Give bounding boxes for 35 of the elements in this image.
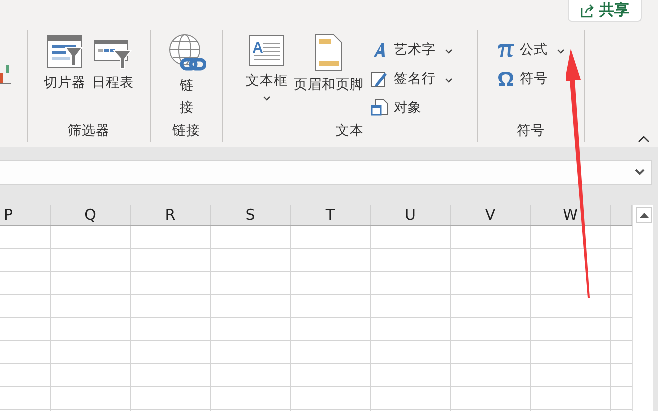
collapse-ribbon-icon[interactable] [638,135,650,143]
caret-icon [445,78,453,83]
caret-icon [263,96,271,101]
up-arrow-icon[interactable] [640,212,648,218]
slicer-button[interactable]: 切片器 [43,34,87,92]
signature-button[interactable]: 签名行 [369,67,455,91]
group-label: 筛选器 [68,122,110,140]
group-label: 文本 [336,122,364,140]
text-box-icon [249,34,285,68]
group-label: 符号 [517,122,545,140]
pi-icon [497,42,515,58]
scroll-bar[interactable] [632,205,653,411]
page-icon [315,34,343,72]
object-icon [371,99,389,117]
group-label: 链接 [172,122,200,140]
globe-link-icon [168,34,206,72]
equation-button[interactable]: 公式 [495,38,567,62]
omega-icon [497,71,515,87]
expand-formula-bar-icon[interactable] [635,169,645,176]
slicer-icon [47,34,83,70]
caret-icon [557,49,565,54]
timeline-button[interactable]: 日程表 [91,34,135,92]
object-button[interactable]: 对象 [369,96,424,120]
signature-icon [371,70,389,88]
chart-icon [0,63,11,85]
share-button[interactable]: 共享 [568,0,642,22]
header-footer-button[interactable]: 页眉和页脚 [293,34,365,94]
cell-grid[interactable] [0,225,632,411]
wordart-icon [372,42,388,58]
textbox-button[interactable]: 文本框 [245,34,289,101]
caret-icon [445,49,453,54]
link-button[interactable]: 链接 [166,34,206,120]
share-icon [580,4,594,18]
wordart-button[interactable]: 艺术字 [369,38,455,62]
symbol-button[interactable]: 符号 [495,67,550,91]
